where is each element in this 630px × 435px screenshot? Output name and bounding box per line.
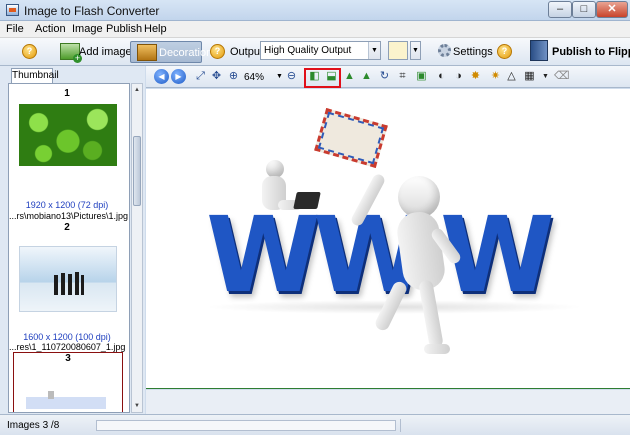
image-toolbar: ◀ ▶ ⤢ ✥ ⊕ ⊖ ◧ ⬓ ▲ ▲ ↻ ⌗ ▣ ◐ ◑ ✸ ✷ △ ▦ ▼ … <box>146 66 630 88</box>
zoom-dropdown-icon[interactable]: ▼ <box>276 73 283 80</box>
brightness-icon[interactable]: ◐ <box>434 69 449 84</box>
thumbnail-panel: Thumbnail 1 1920 x 1200 (72 dpi) ...rs\m… <box>0 66 145 414</box>
thumbnail-scrollbar[interactable]: ▲ ▼ <box>131 83 143 413</box>
menu-bar: File Action Image Publish Help <box>0 21 630 38</box>
thumbnail-number: 2 <box>64 222 70 233</box>
scroll-thumb[interactable] <box>133 136 141 206</box>
flip-highlight-box <box>304 68 341 88</box>
add-image-label: Add image <box>79 46 132 58</box>
menu-image[interactable]: Image <box>72 23 103 35</box>
scroll-down-icon[interactable]: ▼ <box>132 401 142 411</box>
effects-icon[interactable]: ✷ <box>488 69 503 84</box>
output-value: High Quality Output <box>264 45 352 56</box>
menu-file[interactable]: File <box>6 23 24 35</box>
thumbnail-number: 3 <box>65 353 71 364</box>
tab-thumbnail[interactable]: Thumbnail <box>11 68 59 84</box>
add-image-icon <box>60 43 82 63</box>
zoom-level[interactable]: 64% <box>244 72 264 83</box>
maximize-button[interactable]: □ <box>572 1 596 18</box>
title-bar: Image to Flash Converter – □ ✕ <box>0 0 630 21</box>
help-icon[interactable]: ? <box>22 44 37 59</box>
next-icon[interactable]: ▶ <box>171 69 186 84</box>
thumbnail-path: ...rs\mobiano13\Pictures\1.jpg <box>9 211 129 221</box>
thumbnail-list[interactable]: 1 1920 x 1200 (72 dpi) ...rs\mobiano13\P… <box>8 83 130 413</box>
move-icon[interactable]: ✥ <box>209 69 224 84</box>
decoration-label: Decoration <box>159 47 213 59</box>
image-count-status: Images 3 /8 <box>7 420 60 431</box>
menu-action[interactable]: Action <box>35 23 66 35</box>
figure-mini <box>48 391 54 399</box>
menu-help[interactable]: Help <box>144 23 167 35</box>
clover-leaves-image[interactable] <box>19 104 117 166</box>
publish-button[interactable]: Publish to Flippin <box>552 46 630 58</box>
zoom-in-icon[interactable]: ⊕ <box>226 69 241 84</box>
output-help-icon[interactable]: ? <box>210 44 225 59</box>
prev-icon[interactable]: ◀ <box>154 69 169 84</box>
book-icon[interactable] <box>530 40 548 61</box>
fit-icon[interactable]: ⤢ <box>193 69 208 84</box>
decoration-icon <box>137 44 157 61</box>
menu-publish[interactable]: Publish <box>106 23 142 35</box>
crop-icon[interactable]: ⌗ <box>395 69 410 84</box>
output-select[interactable]: High Quality Output ▼ <box>260 41 381 60</box>
selected-thumbnail-frame[interactable]: 3 <box>13 352 123 412</box>
publish-help-icon[interactable]: ? <box>497 44 512 59</box>
business-people-silhouettes <box>54 269 84 295</box>
status-bar: Images 3 /8 <box>0 414 630 435</box>
sharpen-icon[interactable]: ✸ <box>468 69 483 84</box>
thumbnail-dimensions: 1920 x 1200 (72 dpi) <box>25 200 109 210</box>
www-image <box>26 391 106 409</box>
mirror-left-icon[interactable]: ▲ <box>342 69 357 84</box>
levels-icon[interactable]: △ <box>504 69 519 84</box>
gear-icon[interactable] <box>438 44 451 57</box>
eraser-icon[interactable]: ⌫ <box>554 69 570 84</box>
background-color-swatch[interactable] <box>388 41 408 60</box>
minimize-button[interactable]: – <box>548 1 572 18</box>
app-icon <box>6 4 19 16</box>
thumbnail-number: 1 <box>64 88 70 99</box>
status-separator <box>400 419 401 432</box>
mirror-right-icon[interactable]: ▲ <box>359 69 374 84</box>
scroll-up-icon[interactable]: ▲ <box>132 85 142 95</box>
rotate-icon[interactable]: ↻ <box>377 69 392 84</box>
laptop-icon <box>293 192 321 209</box>
close-button[interactable]: ✕ <box>596 1 628 18</box>
layout-icon[interactable]: ▦ <box>522 69 537 84</box>
decoration-button[interactable]: Decoration <box>130 41 212 63</box>
chevron-down-icon[interactable]: ▼ <box>368 42 380 59</box>
thumbnail-path: ...res\1_110720080607_1.jpg <box>9 342 126 352</box>
business-people-image[interactable] <box>19 246 117 312</box>
settings-button[interactable]: Settings <box>453 46 493 58</box>
canvas-bottom-area <box>146 390 630 414</box>
contrast-icon[interactable]: ◑ <box>451 69 466 84</box>
window-title: Image to Flash Converter <box>24 4 160 18</box>
resize-icon[interactable]: ▣ <box>414 69 429 84</box>
status-progress-bar <box>96 420 396 431</box>
add-image-button[interactable]: Add image <box>56 41 132 63</box>
color-dropdown-icon[interactable]: ▼ <box>410 41 421 60</box>
thumbnail-dimensions: 1600 x 1200 (100 dpi) <box>23 332 111 342</box>
running-figure-foot <box>424 344 450 354</box>
www-letter-1: W <box>206 194 321 316</box>
zoom-out-icon[interactable]: ⊖ <box>284 69 299 84</box>
layout-dropdown-icon[interactable]: ▼ <box>538 69 553 84</box>
